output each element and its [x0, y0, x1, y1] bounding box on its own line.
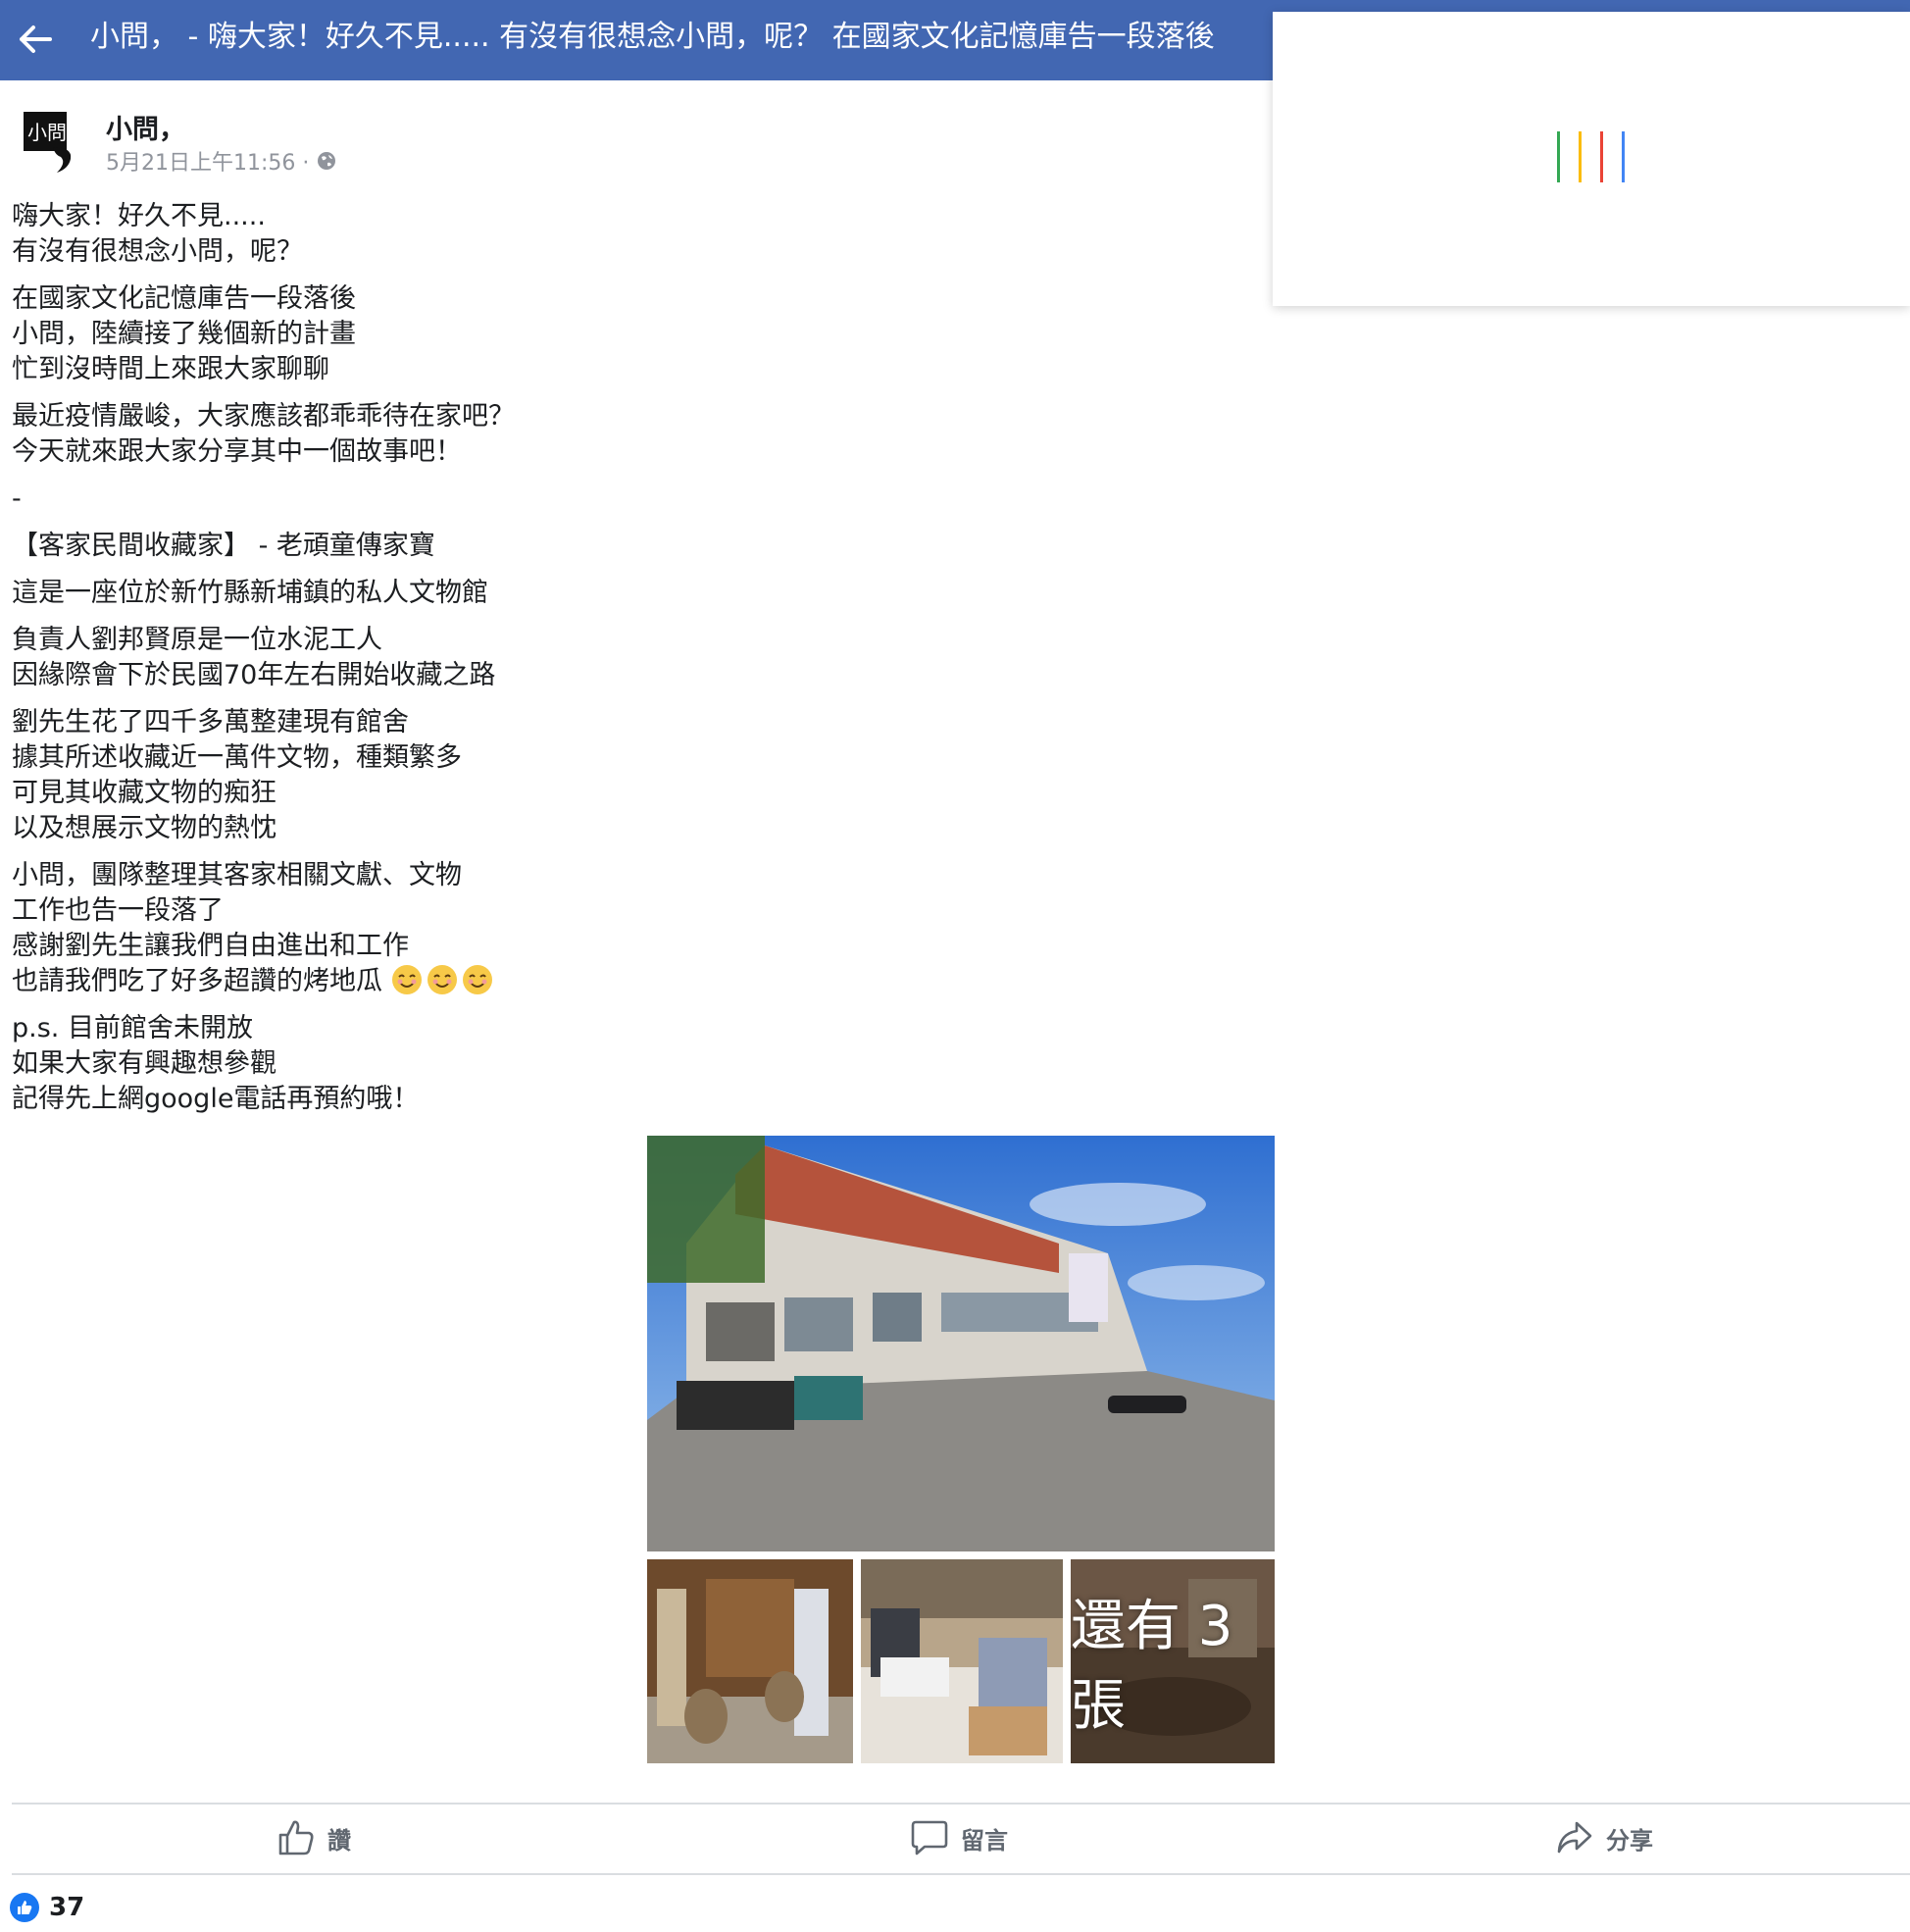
- comment-button[interactable]: 留言: [910, 1816, 1008, 1859]
- paragraph: 負責人劉邦賢原是一位水泥工人 因緣際會下於民國70年左右開始收藏之路: [12, 625, 496, 690]
- smiling-face-emoji-icon: [427, 964, 458, 995]
- main-photo[interactable]: [647, 1136, 1275, 1551]
- paragraph: 在國家文化記憶庫告一段落後 小問，陸續接了幾個新的計畫 忙到沒時間上來跟大家聊聊: [12, 283, 356, 384]
- paragraph: 這是一座位於新竹縣新埔鎮的私人文物館: [12, 578, 488, 608]
- author-name[interactable]: 小問，: [106, 108, 185, 146]
- paragraph: 最近疫情嚴峻，大家應該都乖乖待在家吧？ 今天就來跟大家分享其中一個故事吧！: [12, 401, 515, 467]
- comment-label: 留言: [961, 1826, 1008, 1855]
- loader-bar-yellow: [1579, 131, 1582, 182]
- share-icon: [1557, 1821, 1592, 1854]
- back-arrow-icon[interactable]: [14, 18, 57, 61]
- share-label: 分享: [1606, 1826, 1653, 1855]
- smiling-face-emoji-icon: [462, 964, 493, 995]
- like-count: 37: [49, 1893, 85, 1922]
- loader-bar-red: [1600, 131, 1603, 182]
- paragraph-with-emoji: 小問，團隊整理其客家相關文獻、文物 工作也告一段落了 感謝劉先生讓我們自由進出和…: [12, 858, 1188, 999]
- more-photos-label: 還有 3 張: [1071, 1595, 1233, 1738]
- globe-icon: [317, 151, 336, 171]
- paragraph: p.s. 目前館舍未開放 如果大家有興趣想參觀 記得先上網google電話再預約…: [12, 1013, 420, 1114]
- photo-thumbnail[interactable]: [647, 1559, 853, 1763]
- loader-bar-blue: [1622, 131, 1625, 182]
- divider: [12, 1873, 1910, 1875]
- like-count-row[interactable]: 37: [10, 1893, 84, 1922]
- thumbs-up-icon: [278, 1820, 314, 1856]
- page-title: 小問， - 嗨大家！好久不見..... 有沒有很想念小問，呢？ 在國家文化記憶庫…: [90, 20, 1215, 54]
- paragraph: 劉先生花了四千多萬整建現有館舍 據其所述收藏近一萬件文物，種類繁多 可見其收藏文…: [12, 707, 462, 843]
- share-button[interactable]: 分享: [1555, 1816, 1653, 1859]
- divider: [12, 1803, 1910, 1805]
- paragraph: 嗨大家！好久不見..... 有沒有很想念小問，呢？: [12, 201, 303, 267]
- like-badge-icon: [10, 1893, 39, 1922]
- smiling-face-emoji-icon: [391, 964, 423, 995]
- more-photos-thumbnail[interactable]: 還有 3 張: [1071, 1559, 1275, 1763]
- like-button[interactable]: 讚: [276, 1816, 351, 1859]
- post-meta: 5月21日上午11:56 ·: [106, 145, 336, 177]
- post-text: 嗨大家！好久不見..... 有沒有很想念小問，呢？ 在國家文化記憶庫告一段落後 …: [12, 199, 1188, 1129]
- svg-text:小問: 小問: [27, 121, 67, 144]
- paragraph: 【客家民間收藏家】 - 老頑童傳家寶: [12, 531, 435, 561]
- like-label: 讚: [327, 1826, 351, 1855]
- photo-thumbnail[interactable]: [861, 1559, 1063, 1763]
- paragraph: -: [12, 483, 22, 514]
- avatar[interactable]: 小問: [24, 108, 78, 173]
- comment-icon: [911, 1820, 948, 1856]
- loader-bar-green: [1557, 131, 1560, 182]
- timestamp[interactable]: 5月21日上午11:56 ·: [106, 145, 309, 177]
- loading-panel: [1273, 12, 1910, 306]
